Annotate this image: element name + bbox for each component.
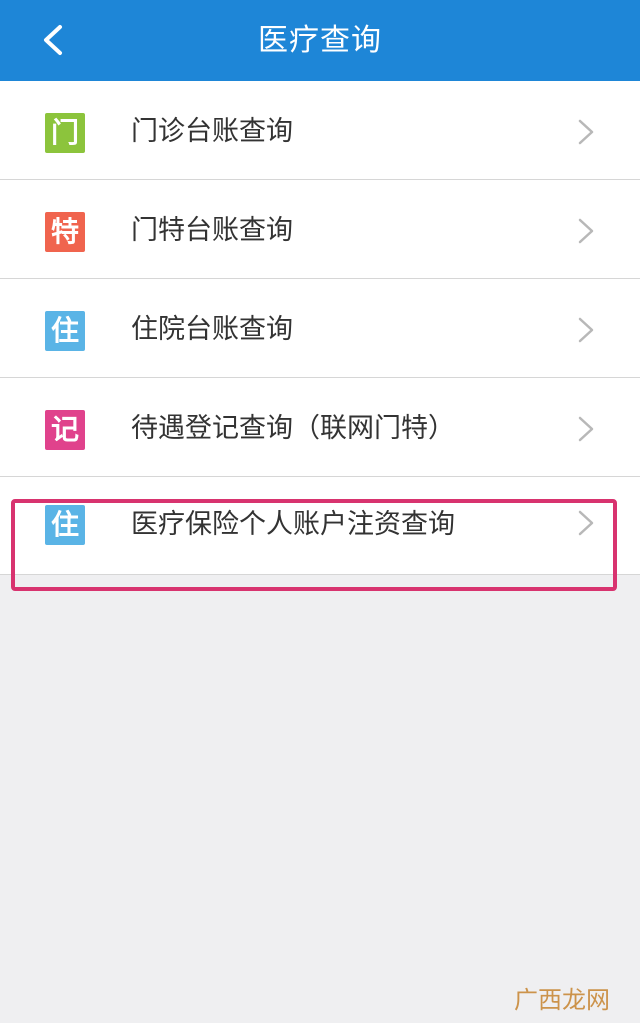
watermark-text: 广西龙网 (514, 986, 610, 1014)
menu-item-label: 门特台账查询 (131, 215, 293, 246)
chevron-right-icon (578, 510, 594, 536)
menu-item-label: 医疗保险个人账户注资查询 (131, 509, 455, 540)
menu-item-label: 门诊台账查询 (131, 116, 293, 147)
page-title: 医疗查询 (258, 23, 382, 58)
top-app-bar: 医疗查询 (0, 0, 640, 81)
insurance-account-icon: 住 (45, 505, 85, 545)
outpatient-icon: 门 (45, 113, 85, 153)
menu-item-label: 待遇登记查询（联网门特） (131, 413, 455, 444)
menu-item-label: 住院台账查询 (131, 314, 293, 345)
menu-item-special-outpatient-ledger[interactable]: 特 门特台账查询 (0, 180, 640, 279)
chevron-right-icon (578, 119, 594, 145)
registration-icon: 记 (45, 410, 85, 450)
query-menu-list: 门 门诊台账查询 特 门特台账查询 住 住院台账查询 记 待遇登记查询（联网门特… (0, 81, 640, 575)
inpatient-icon: 住 (45, 311, 85, 351)
menu-item-insurance-account-funding[interactable]: 住 医疗保险个人账户注资查询 (0, 477, 640, 575)
menu-item-benefit-registration[interactable]: 记 待遇登记查询（联网门特） (0, 378, 640, 477)
special-outpatient-icon: 特 (45, 212, 85, 252)
chevron-right-icon (578, 416, 594, 442)
chevron-right-icon (578, 317, 594, 343)
menu-item-outpatient-ledger[interactable]: 门 门诊台账查询 (0, 81, 640, 180)
menu-item-inpatient-ledger[interactable]: 住 住院台账查询 (0, 279, 640, 378)
chevron-right-icon (578, 218, 594, 244)
